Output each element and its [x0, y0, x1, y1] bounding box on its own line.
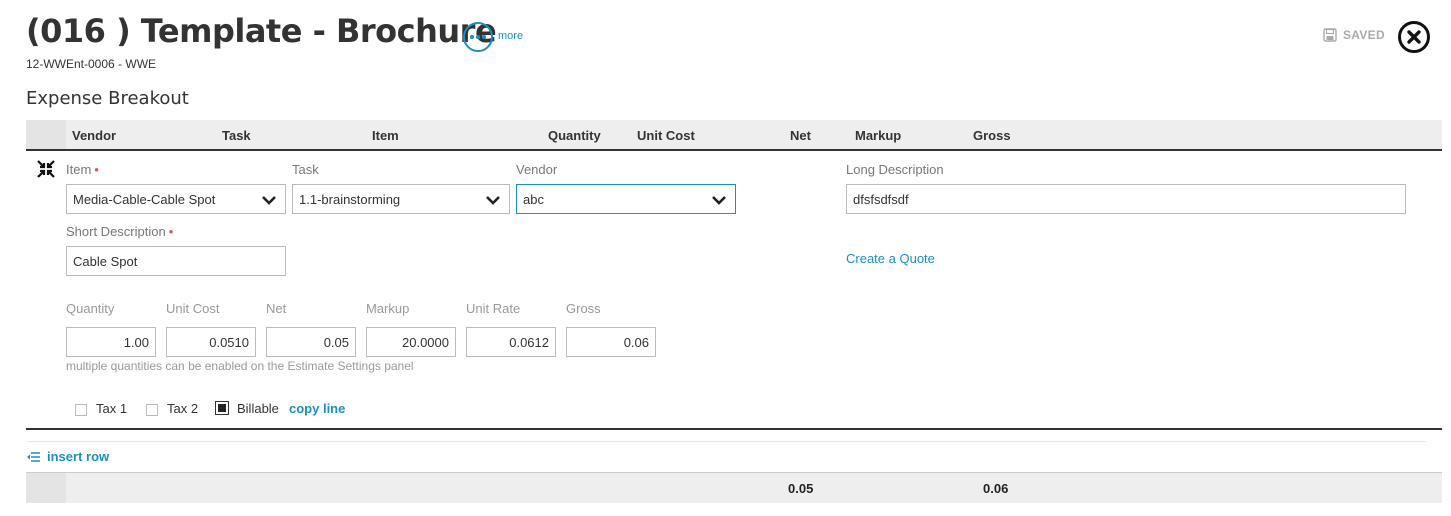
close-icon [1407, 30, 1421, 44]
markup-input[interactable]: 20.0000 [366, 327, 456, 357]
divider [26, 441, 1426, 442]
more-link[interactable]: more [498, 30, 523, 42]
unit-cost-label: Unit Cost [166, 301, 220, 316]
table-header: Vendor Task Item Quantity Unit Cost Net … [26, 120, 1442, 151]
long-description-label: Long Description [846, 162, 944, 177]
insert-row-icon [27, 451, 40, 462]
item-label: Item • [66, 162, 99, 177]
column-header-markup[interactable]: Markup [855, 128, 901, 143]
item-select-value: Media-Cable-Cable Spot [73, 191, 216, 207]
required-indicator: • [94, 162, 99, 177]
billable-label: Billable [237, 401, 279, 416]
tax1-checkbox[interactable] [75, 404, 87, 416]
section-title: Expense Breakout [26, 88, 189, 109]
column-header-net[interactable]: Net [790, 128, 811, 143]
net-input[interactable]: 0.05 [266, 327, 356, 357]
column-header-unit-cost[interactable]: Unit Cost [637, 128, 695, 143]
column-header-item[interactable]: Item [372, 128, 399, 143]
net-total: 0.05 [788, 481, 814, 496]
chevron-down-icon [262, 196, 276, 205]
net-label: Net [266, 301, 287, 316]
tax1-label: Tax 1 [96, 401, 128, 416]
column-header-task[interactable]: Task [222, 128, 251, 143]
column-header-gross[interactable]: Gross [973, 128, 1011, 143]
totals-row: 0.05 0.06 [26, 472, 1442, 503]
chevron-down-icon [712, 196, 726, 205]
column-header-quantity[interactable]: Quantity [548, 128, 601, 143]
totals-gutter [26, 473, 66, 503]
short-description-input[interactable]: Cable Spot [66, 246, 286, 276]
save-icon [1323, 28, 1337, 42]
task-select[interactable]: 1.1-brainstorming [292, 184, 510, 214]
insert-row-label: insert row [47, 449, 110, 464]
unit-rate-input[interactable]: 0.0612 [466, 327, 556, 357]
page-title: (016 ) Template - Brochure [26, 12, 497, 50]
item-select[interactable]: Media-Cable-Cable Spot [66, 184, 286, 214]
required-indicator: • [168, 224, 174, 239]
create-quote-link[interactable]: Create a Quote [846, 251, 935, 266]
saved-label: SAVED [1343, 28, 1385, 42]
short-description-label: Short Description • [66, 224, 174, 239]
tax2-checkbox[interactable] [146, 404, 158, 416]
long-description-input[interactable]: dfsfsdfsdf [846, 184, 1406, 214]
close-button[interactable] [1398, 21, 1430, 53]
quantity-label: Quantity [66, 301, 115, 316]
row-divider [26, 428, 1442, 430]
gross-label: Gross [566, 301, 601, 316]
vendor-select-value: abc [523, 191, 544, 207]
vendor-label: Vendor [516, 162, 558, 177]
checked-mark [218, 404, 226, 412]
job-subtitle: 12-WWEnt-0006 - WWE [26, 57, 157, 71]
gross-total: 0.06 [983, 481, 1009, 496]
markup-label: Markup [366, 301, 410, 316]
ellipsis-icon [470, 35, 486, 39]
chevron-down-icon [486, 196, 500, 205]
gross-input[interactable]: 0.06 [566, 327, 656, 357]
copy-line-link[interactable]: copy line [289, 401, 345, 416]
insert-row-button[interactable]: insert row [26, 449, 109, 464]
header-gutter [26, 120, 66, 149]
vendor-select[interactable]: abc [516, 184, 736, 214]
task-label: Task [292, 162, 319, 177]
billable-checkbox[interactable] [215, 401, 229, 415]
unit-rate-label: Unit Rate [466, 301, 521, 316]
saved-status: SAVED [1323, 28, 1385, 42]
task-select-value: 1.1-brainstorming [299, 191, 401, 207]
column-header-vendor[interactable]: Vendor [72, 128, 116, 143]
quantity-input[interactable]: 1.00 [66, 327, 156, 357]
collapse-icon[interactable] [37, 160, 55, 178]
more-button[interactable] [463, 22, 493, 52]
unit-cost-input[interactable]: 0.0510 [166, 327, 256, 357]
quantities-hint: multiple quantities can be enabled on th… [66, 359, 414, 373]
tax2-label: Tax 2 [167, 401, 199, 416]
